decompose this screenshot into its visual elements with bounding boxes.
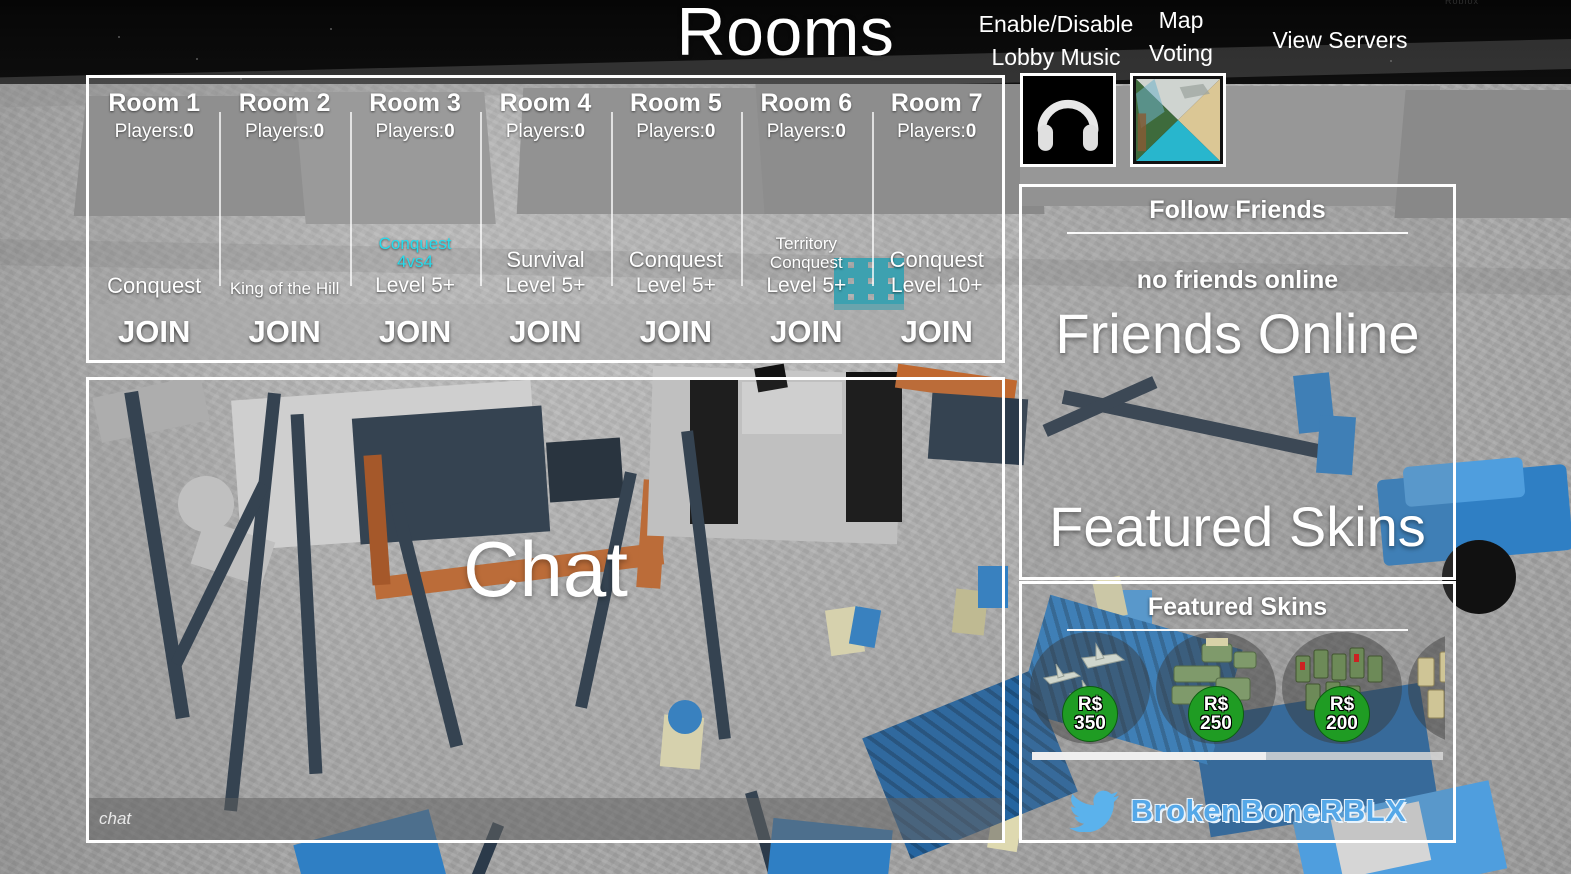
social-link-row[interactable]: BrokenBoneRBLX xyxy=(1022,788,1453,834)
room-player-count: Players:0 xyxy=(766,121,846,142)
room-name: Room 7 xyxy=(890,89,983,117)
room-meta: Territory Conquest Level 5+ xyxy=(741,235,871,298)
join-button-room-7[interactable]: JOIN xyxy=(872,304,1002,360)
room-player-count: Players:0 xyxy=(114,121,194,142)
currency-symbol: R$ xyxy=(1077,693,1103,715)
room-level-req: Level 5+ xyxy=(375,273,456,297)
scrollbar-thumb[interactable] xyxy=(1032,752,1267,760)
friends-status-text: no friends online xyxy=(1136,266,1339,294)
room-player-count: Players:0 xyxy=(636,121,716,142)
divider xyxy=(1067,232,1408,234)
room-player-count: Players:0 xyxy=(505,121,586,142)
follow-friends-panel: Follow Friends no friends online Friends… xyxy=(1019,184,1456,580)
join-button-room-2[interactable]: JOIN xyxy=(219,304,349,360)
room-mode: Conquest xyxy=(889,247,984,273)
join-button-room-5[interactable]: JOIN xyxy=(611,304,741,360)
skin-price-badge[interactable]: R$ 350 xyxy=(1062,686,1118,742)
skin-card-desert[interactable] xyxy=(1408,632,1445,744)
room-player-count: Players:0 xyxy=(375,121,455,142)
room-mode: Conquest xyxy=(107,273,202,299)
room-level-req: Level 5+ xyxy=(635,273,716,297)
map-thumbnail-icon xyxy=(1136,79,1220,161)
room-mode: King of the Hill xyxy=(229,278,340,298)
currency-symbol: R$ xyxy=(1203,693,1229,715)
join-button-row: JOIN JOIN JOIN JOIN JOIN JOIN JOIN xyxy=(89,304,1002,360)
room-name: Room 5 xyxy=(630,89,722,117)
room-meta: Conquest Level 10+ xyxy=(872,248,1002,298)
view-servers-caption: View Servers xyxy=(1272,27,1408,53)
skin-card-soldier[interactable]: R$ 200 xyxy=(1282,632,1402,744)
corner-watermark: Roblox xyxy=(1444,0,1479,6)
room-player-count: Players:0 xyxy=(897,121,977,142)
rooms-panel: Room 1 Players:0 Conquest Room 2 Players… xyxy=(86,75,1005,363)
room-name: Room 3 xyxy=(369,89,461,117)
skin-card-aircraft[interactable]: R$ 350 xyxy=(1030,632,1150,744)
skin-price-badge[interactable]: R$ 250 xyxy=(1188,686,1244,742)
featured-skins-panel: Featured Skins R$ 350 R$ 250 R$ 200 Brok… xyxy=(1019,581,1456,843)
join-button-room-6[interactable]: JOIN xyxy=(741,304,871,360)
game-lobby-screen: Rooms Roblox Enable/Disable Lobby Music … xyxy=(0,0,1571,874)
twitter-bird-icon[interactable] xyxy=(1068,790,1121,832)
music-toggle-caption: Enable/Disable Lobby Music xyxy=(978,11,1134,70)
desert-skin-thumbnail xyxy=(1417,651,1445,719)
room-mode: Survival xyxy=(506,247,585,273)
chat-input[interactable]: chat xyxy=(89,798,1002,840)
follow-friends-heading: Follow Friends xyxy=(1149,196,1326,224)
room-name: Room 6 xyxy=(760,89,853,117)
room-level-req: Level 5+ xyxy=(766,273,847,297)
room-meta: Survival Level 5+ xyxy=(480,248,610,298)
price-amount: 200 xyxy=(1326,713,1358,734)
skin-card-vehicle[interactable]: R$ 250 xyxy=(1156,632,1276,744)
room-mode: Conquest xyxy=(628,247,723,273)
friends-online-watermark: Friends Online xyxy=(1055,302,1420,365)
room-name: Room 4 xyxy=(499,89,592,117)
lobby-music-toggle-button[interactable] xyxy=(1020,73,1116,167)
featured-skins-watermark: Featured Skins xyxy=(1049,495,1426,558)
join-button-room-4[interactable]: JOIN xyxy=(480,304,610,360)
chat-input-placeholder: chat xyxy=(99,809,132,828)
room-level-req: Level 10+ xyxy=(890,273,983,297)
room-mode: Territory Conquest xyxy=(769,234,843,272)
headphones-icon xyxy=(1037,99,1099,151)
room-name: Room 1 xyxy=(108,89,201,117)
skins-carousel[interactable]: R$ 350 R$ 250 R$ 200 xyxy=(1030,632,1445,744)
skin-price-badge[interactable]: R$ 200 xyxy=(1314,686,1370,742)
room-name: Room 2 xyxy=(238,89,331,117)
social-handle-label[interactable]: BrokenBoneRBLX xyxy=(1131,793,1407,829)
map-voting-caption: Map Voting xyxy=(1149,7,1213,66)
room-meta: Conquest Level 5+ xyxy=(611,248,741,298)
currency-symbol: R$ xyxy=(1329,693,1355,715)
room-meta: Conquest 4vs4 Level 5+ xyxy=(350,233,480,298)
price-amount: 350 xyxy=(1074,713,1106,734)
join-button-room-1[interactable]: JOIN xyxy=(89,304,219,360)
room-player-count: Players:0 xyxy=(245,121,325,142)
room-submode: 4vs4 xyxy=(397,252,434,272)
skins-scrollbar[interactable] xyxy=(1032,752,1443,760)
room-meta: Conquest xyxy=(89,274,219,298)
featured-skins-heading: Featured Skins xyxy=(1147,593,1328,621)
room-mode: Conquest xyxy=(378,233,452,253)
map-voting-button[interactable] xyxy=(1130,73,1226,167)
join-button-room-3[interactable]: JOIN xyxy=(350,304,480,360)
room-meta: King of the Hill xyxy=(219,278,349,298)
room-level-req: Level 5+ xyxy=(505,273,586,297)
divider xyxy=(1067,629,1408,631)
price-amount: 250 xyxy=(1200,713,1232,734)
chat-watermark: Chat xyxy=(463,525,628,613)
chat-panel: Chat chat xyxy=(86,377,1005,843)
